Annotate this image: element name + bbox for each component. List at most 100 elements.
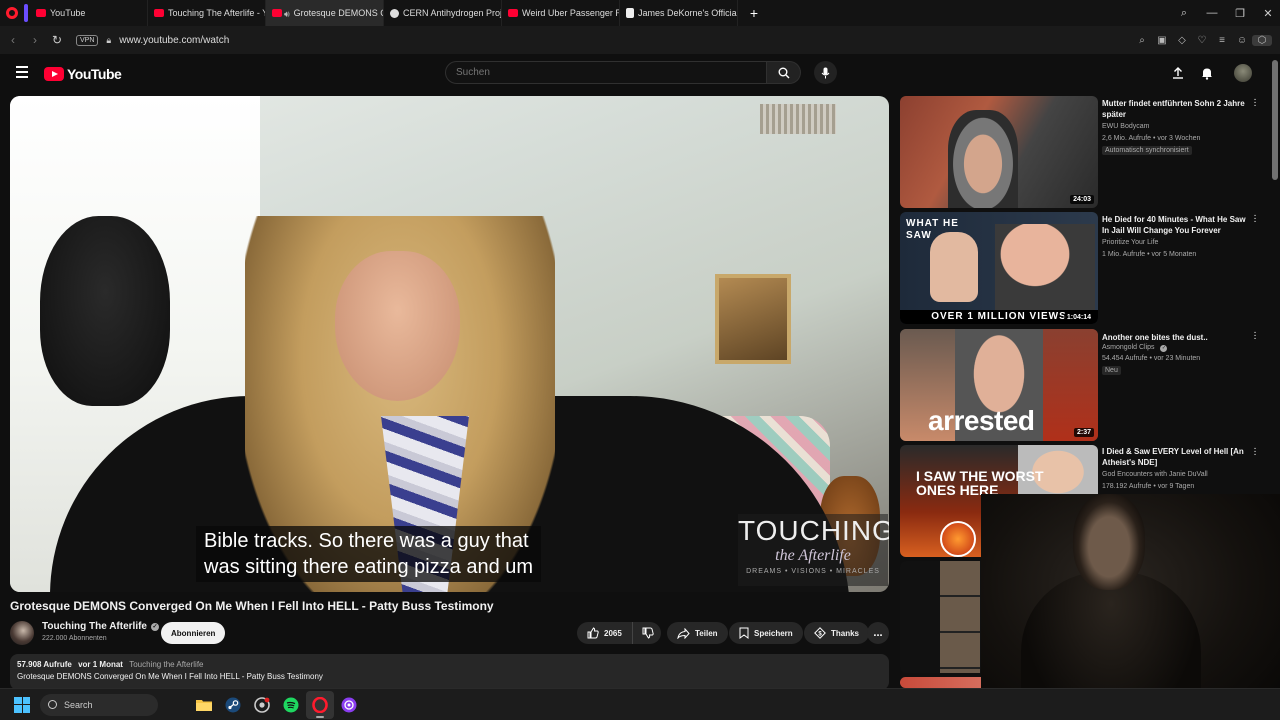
url-field[interactable]: www.youtube.com/watch: [119, 35, 229, 46]
menu-lines-icon[interactable]: ≡: [1212, 35, 1232, 46]
forward-icon[interactable]: ›: [24, 33, 46, 47]
spotify-icon[interactable]: [277, 691, 305, 719]
channel-avatar[interactable]: [10, 621, 34, 645]
recommendation-channel[interactable]: EWU Bodycam: [1102, 123, 1149, 130]
new-tab-button[interactable]: +: [744, 3, 764, 23]
recommendation-title[interactable]: Another one bites the dust..: [1102, 332, 1248, 343]
recommendation-channel[interactable]: Asmongold Clips: [1102, 344, 1155, 351]
tab-weird-uber[interactable]: Weird Uber Passenger Ret: [502, 0, 620, 26]
taskbar-search[interactable]: Search: [40, 693, 158, 716]
extension-icon[interactable]: ⬡: [1252, 34, 1272, 46]
opera-taskbar-icon[interactable]: [306, 690, 334, 719]
hamburger-menu-icon[interactable]: [16, 66, 28, 81]
tab-youtube[interactable]: YouTube: [30, 0, 148, 26]
search-tabs-icon[interactable]: ⌕: [1172, 7, 1196, 20]
youtube-icon: [36, 9, 46, 17]
microphone-icon: [821, 67, 830, 78]
tab-label: Grotesque DEMONS C: [293, 8, 384, 18]
recommendation-title[interactable]: He Died for 40 Minutes - What He Saw In …: [1102, 214, 1248, 236]
recommendation-item[interactable]: 24:03 Mutter findet entführten Sohn 2 Ja…: [900, 95, 1260, 208]
more-actions-button[interactable]: ...: [867, 622, 889, 644]
video-thumbnail[interactable]: WHAT HE SAW OVER 1 MILLION VIEWS 1:04:14: [900, 212, 1098, 324]
purple-app-icon[interactable]: [335, 691, 363, 719]
video-scene-face: [335, 251, 460, 401]
channel-name-row[interactable]: Touching The Afterlife ✓: [42, 621, 159, 632]
like-button[interactable]: 2065: [577, 622, 633, 644]
duration-badge: 24:03: [1070, 195, 1094, 204]
minimize-button[interactable]: —: [1200, 7, 1224, 19]
youtube-icon: [508, 9, 518, 17]
upload-button[interactable]: [1168, 63, 1188, 83]
tab-james-dekorne[interactable]: James DeKorne's Official W: [620, 0, 738, 26]
shield-icon[interactable]: ◇: [1172, 35, 1192, 46]
tab-grotesque-demons[interactable]: 🔊︎ Grotesque DEMONS C: [266, 0, 384, 26]
thumbnail-fire-ring: [940, 521, 976, 557]
verified-icon: ✓: [151, 622, 159, 631]
logo-text: YouTube: [67, 66, 122, 82]
search-input[interactable]: [445, 61, 767, 84]
dislike-button[interactable]: [633, 622, 663, 644]
verified-icon: ✓: [1160, 345, 1168, 352]
thumbnail-text: arrested: [928, 405, 1035, 436]
page-scrollbar[interactable]: [1270, 54, 1280, 494]
recommendation-channel-row[interactable]: Asmongold Clips ✓: [1102, 344, 1168, 352]
youtube-header: YouTube: [0, 54, 1270, 92]
recommendation-item[interactable]: arrested 2:37 Another one bites the dust…: [900, 328, 1260, 441]
video-player[interactable]: Bible tracks. So there was a guy that wa…: [10, 96, 889, 592]
save-button[interactable]: Speichern: [729, 622, 803, 644]
recommendation-title[interactable]: Mutter findet entführten Sohn 2 Jahre sp…: [1102, 98, 1248, 120]
kebab-menu-icon[interactable]: · · ·: [1252, 328, 1258, 344]
back-icon[interactable]: ‹: [2, 33, 24, 47]
kebab-menu-icon[interactable]: · · ·: [1252, 211, 1258, 227]
tab-cern[interactable]: CERN Antihydrogen Proje: [384, 0, 502, 26]
scrollbar-thumb[interactable]: [1272, 60, 1278, 180]
share-button[interactable]: Teilen: [667, 622, 728, 644]
camera-icon[interactable]: ▣: [1152, 35, 1172, 46]
tab-touching-afterlife[interactable]: Touching The Afterlife - Yo: [148, 0, 266, 26]
share-icon: [677, 627, 690, 639]
upload-age: vor 1 Monat: [78, 660, 123, 669]
lens-icon[interactable]: ⌕: [1132, 35, 1152, 46]
description-box[interactable]: 57.908 Aufrufe vor 1 Monat Touching the …: [10, 654, 889, 690]
video-thumbnail[interactable]: arrested 2:37: [900, 329, 1098, 441]
maximize-button[interactable]: ❐: [1228, 7, 1252, 20]
steam-icon[interactable]: [219, 691, 247, 719]
subscribe-button[interactable]: Abonnieren: [161, 622, 226, 644]
chrome-like-icon[interactable]: [248, 691, 276, 719]
description-tag[interactable]: Touching the Afterlife: [129, 660, 203, 669]
video-title: Grotesque DEMONS Converged On Me When I …: [10, 599, 494, 613]
voice-search-button[interactable]: [814, 61, 837, 84]
thanks-button[interactable]: $ Thanks: [804, 622, 870, 644]
video-thumbnail[interactable]: 24:03: [900, 96, 1098, 208]
kebab-menu-icon[interactable]: · · ·: [1252, 95, 1258, 111]
speaker-icon[interactable]: 🔊︎: [284, 9, 290, 19]
recommendation-title[interactable]: I Died & Saw EVERY Level of Hell [An Ath…: [1102, 446, 1248, 468]
recommendation-stats: 54.454 Aufrufe • vor 23 Minuten: [1102, 355, 1201, 362]
recommendation-item[interactable]: WHAT HE SAW OVER 1 MILLION VIEWS 1:04:14…: [900, 211, 1260, 324]
heart-icon[interactable]: ♡: [1192, 35, 1212, 46]
profile-icon[interactable]: ☺: [1232, 35, 1252, 46]
avatar[interactable]: [1234, 64, 1252, 82]
cern-icon: [390, 8, 399, 18]
thumbnail-figure: [995, 224, 1095, 310]
kebab-menu-icon[interactable]: · · ·: [1252, 444, 1258, 460]
file-explorer-icon[interactable]: [190, 691, 218, 719]
thumbs-down-icon: [642, 627, 654, 639]
browser-tab-strip: YouTube Touching The Afterlife - Yo 🔊︎ G…: [0, 0, 1280, 26]
close-button[interactable]: ✕: [1256, 7, 1280, 20]
reload-icon[interactable]: ↻: [46, 33, 68, 47]
channel-name[interactable]: Touching The Afterlife: [42, 621, 147, 632]
recommendation-channel[interactable]: Prioritize Your Life: [1102, 239, 1158, 246]
opera-logo-icon[interactable]: [0, 0, 24, 26]
youtube-logo[interactable]: YouTube: [44, 66, 122, 82]
search-button[interactable]: [767, 61, 801, 84]
windows-start-icon[interactable]: [14, 696, 30, 713]
lock-icon[interactable]: 🔒︎: [106, 35, 111, 46]
notifications-button[interactable]: [1197, 63, 1217, 83]
view-count: 57.908 Aufrufe: [17, 660, 72, 669]
tab-label: CERN Antihydrogen Proje: [403, 8, 502, 18]
duration-badge: 2:37: [1073, 428, 1094, 437]
recommendation-channel[interactable]: God Encounters with Janie DuVall: [1102, 471, 1208, 478]
vpn-badge[interactable]: VPN: [76, 34, 99, 46]
search-icon: [778, 67, 789, 78]
